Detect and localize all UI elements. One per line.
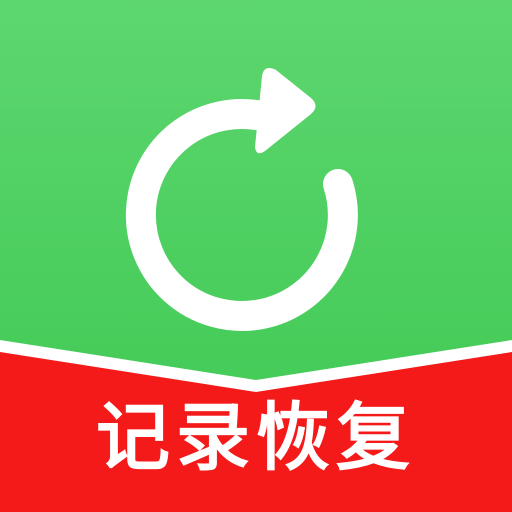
refresh-arrow-icon	[125, 68, 358, 331]
app-icon: 记录恢复	[0, 0, 512, 512]
banner-text: 记录恢复	[96, 395, 416, 481]
